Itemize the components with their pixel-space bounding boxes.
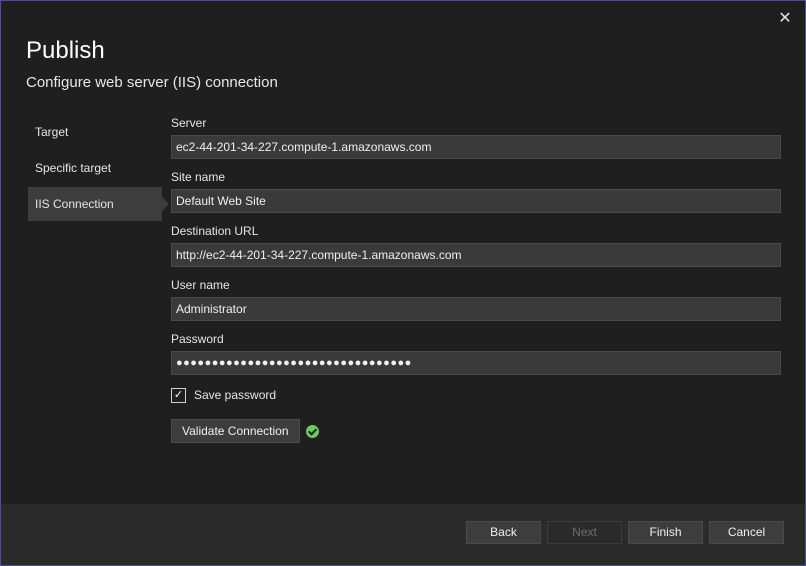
- validate-row: Validate Connection: [171, 419, 781, 443]
- destination-url-label: Destination URL: [171, 224, 259, 238]
- page-subtitle: Configure web server (IIS) connection: [26, 74, 278, 91]
- site-name-input[interactable]: Default Web Site: [171, 189, 781, 213]
- save-password-checkbox[interactable]: ✓: [171, 387, 186, 403]
- publish-dialog: ✕ Publish Configure web server (IIS) con…: [0, 0, 806, 566]
- server-input[interactable]: ec2-44-201-34-227.compute-1.amazonaws.co…: [171, 135, 781, 159]
- destination-url-input[interactable]: http://ec2-44-201-34-227.compute-1.amazo…: [171, 243, 781, 267]
- save-password-label: Save password: [194, 388, 277, 402]
- nav-item-target[interactable]: Target: [28, 115, 162, 149]
- password-label: Password: [171, 332, 224, 346]
- server-label: Server: [171, 116, 207, 130]
- close-icon[interactable]: ✕: [777, 11, 793, 27]
- iis-connection-form: Server ec2-44-201-34-227.compute-1.amazo…: [171, 115, 781, 443]
- validate-connection-button[interactable]: Validate Connection: [171, 419, 300, 443]
- page-title: Publish: [26, 37, 105, 64]
- back-button[interactable]: Back: [466, 521, 541, 544]
- nav-item-specific-target[interactable]: Specific target: [28, 151, 162, 185]
- wizard-nav: Target Specific target IIS Connection: [28, 115, 169, 223]
- save-password-row: ✓ Save password: [171, 385, 781, 405]
- success-check-icon: [305, 424, 319, 438]
- dialog-footer: Back Next Finish Cancel: [1, 504, 805, 565]
- cancel-button[interactable]: Cancel: [709, 521, 784, 544]
- user-name-input[interactable]: Administrator: [171, 297, 781, 321]
- finish-button[interactable]: Finish: [628, 521, 703, 544]
- password-input[interactable]: ●●●●●●●●●●●●●●●●●●●●●●●●●●●●●●●●●: [171, 351, 781, 375]
- user-name-label: User name: [171, 278, 230, 292]
- next-button[interactable]: Next: [547, 521, 622, 544]
- nav-item-iis-connection[interactable]: IIS Connection: [28, 187, 169, 221]
- site-name-label: Site name: [171, 170, 226, 184]
